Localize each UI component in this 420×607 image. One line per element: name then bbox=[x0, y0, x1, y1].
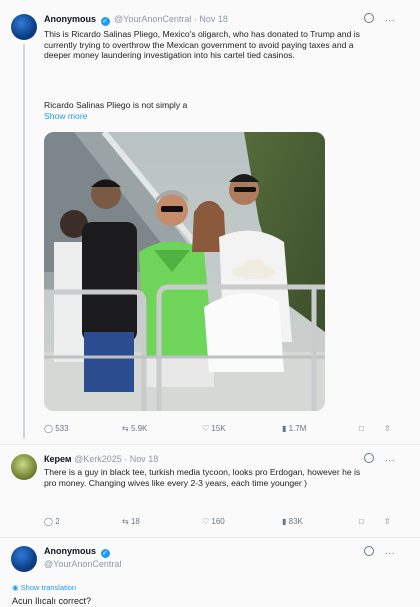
tweet-text: There is a guy in black tee, turkish med… bbox=[44, 467, 361, 488]
repost-button[interactable]: ⇆ 5.9K bbox=[122, 424, 147, 433]
reply-icon: ◯ bbox=[44, 517, 53, 526]
like-button[interactable]: ♡ 15K bbox=[202, 424, 226, 433]
author-name[interactable]: Керем bbox=[44, 454, 72, 464]
tweet-header: Керем @Kerk2025 · Nov 18 bbox=[44, 454, 158, 464]
author-handle[interactable]: @Kerk2025 bbox=[74, 454, 122, 464]
tweet-reply[interactable]: Керем @Kerk2025 · Nov 18 ··· There is a … bbox=[0, 448, 420, 536]
grok-icon[interactable] bbox=[364, 13, 374, 23]
bookmark-icon[interactable]: □ bbox=[359, 424, 364, 433]
tweet-photo[interactable] bbox=[44, 132, 325, 411]
verified-icon: ✓ bbox=[100, 17, 110, 26]
author-handle[interactable]: @YourAnonCentral bbox=[114, 14, 191, 24]
tweet-actions: ◯ 533 ⇆ 5.9K ♡ 15K ▮ 1.7M □ ⇧ bbox=[44, 424, 394, 438]
bookmark-icon[interactable]: □ bbox=[359, 517, 364, 526]
avatar[interactable] bbox=[11, 546, 37, 572]
tweet-header: Anonymous ✓ @YourAnonCentral · Nov 18 bbox=[44, 14, 228, 26]
verified-icon: ✓ bbox=[100, 549, 110, 558]
post-date[interactable]: · Nov 18 bbox=[124, 454, 158, 464]
share-icon[interactable]: ⇧ bbox=[384, 517, 391, 526]
views-button[interactable]: ▮ 1.7M bbox=[282, 424, 306, 433]
views-button[interactable]: ▮ 83K bbox=[282, 517, 303, 526]
repost-count: 18 bbox=[130, 517, 140, 526]
avatar[interactable] bbox=[11, 14, 37, 40]
reply-count: 2 bbox=[55, 517, 60, 526]
show-translation-link[interactable]: ◉ Show translation bbox=[12, 583, 76, 592]
tweet-main[interactable]: Anonymous ✓ @YourAnonCentral · Nov 18 ··… bbox=[0, 0, 420, 440]
heart-icon: ♡ bbox=[202, 517, 210, 526]
post-date[interactable]: · Nov 18 bbox=[194, 14, 228, 24]
repost-count: 5.9K bbox=[130, 424, 148, 433]
tweet-text-continued: Ricardo Salinas Pliego is not simply a bbox=[44, 100, 188, 110]
reply-button[interactable]: ◯ 533 bbox=[44, 424, 69, 433]
like-button[interactable]: ♡ 160 bbox=[202, 517, 225, 526]
tweet-top-icons: ··· bbox=[364, 546, 395, 559]
repost-icon: ⇆ bbox=[122, 517, 129, 526]
reply-icon: ◯ bbox=[44, 424, 53, 433]
author-handle[interactable]: @YourAnonCentral bbox=[44, 558, 121, 570]
view-count: 1.7M bbox=[288, 424, 307, 433]
tweet-top-icons: ··· bbox=[364, 13, 395, 26]
repost-button[interactable]: ⇆ 18 bbox=[122, 517, 140, 526]
tweet-reply[interactable]: Anonymous ✓ @YourAnonCentral ··· ◉ Show … bbox=[0, 540, 420, 607]
view-count: 83K bbox=[288, 517, 303, 526]
share-icon[interactable]: ⇧ bbox=[384, 424, 391, 433]
tweet-text: This is Ricardo Salinas Pliego, Mexico's… bbox=[44, 29, 360, 61]
divider bbox=[0, 537, 420, 538]
avatar[interactable] bbox=[11, 454, 37, 480]
thread-line bbox=[23, 44, 25, 439]
divider bbox=[0, 444, 420, 445]
like-count: 15K bbox=[211, 424, 226, 433]
more-icon[interactable]: ··· bbox=[385, 455, 395, 466]
translate-icon: ◉ bbox=[12, 583, 19, 592]
tweet-top-icons: ··· bbox=[364, 453, 395, 466]
tweet-header: Anonymous ✓ @YourAnonCentral bbox=[44, 545, 121, 570]
author-name[interactable]: Anonymous bbox=[44, 546, 96, 556]
like-count: 160 bbox=[211, 517, 225, 526]
author-name[interactable]: Anonymous bbox=[44, 14, 96, 24]
repost-icon: ⇆ bbox=[122, 424, 129, 433]
translation-label: Show translation bbox=[20, 583, 77, 592]
views-icon: ▮ bbox=[282, 517, 287, 526]
grok-icon[interactable] bbox=[364, 546, 374, 556]
reply-count: 533 bbox=[55, 424, 69, 433]
reply-button[interactable]: ◯ 2 bbox=[44, 517, 60, 526]
show-more-link[interactable]: Show more bbox=[44, 111, 87, 121]
grok-icon[interactable] bbox=[364, 453, 374, 463]
more-icon[interactable]: ··· bbox=[385, 15, 395, 26]
tweet-text: Acun Ilıcalı correct? bbox=[12, 596, 92, 606]
heart-icon: ♡ bbox=[202, 424, 210, 433]
tweet-actions: ◯ 2 ⇆ 18 ♡ 160 ▮ 83K □ ⇧ bbox=[44, 517, 394, 531]
views-icon: ▮ bbox=[282, 424, 287, 433]
more-icon[interactable]: ··· bbox=[385, 548, 395, 559]
